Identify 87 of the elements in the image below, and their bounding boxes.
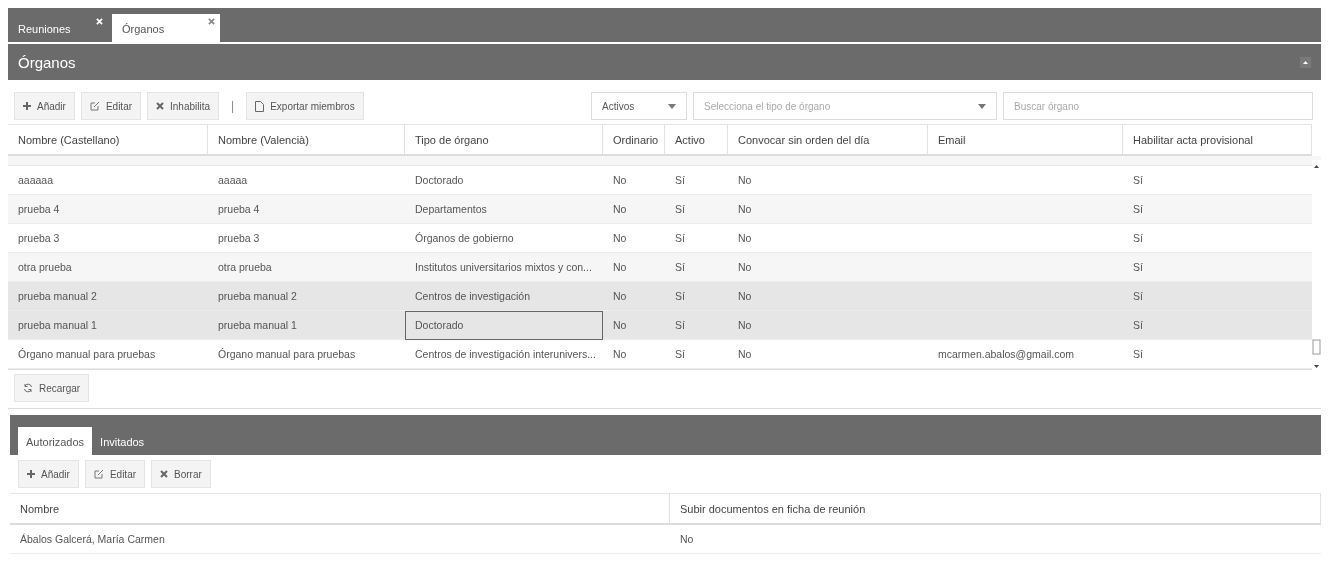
table-cell: No — [738, 261, 752, 273]
table-row[interactable]: prueba manual 1 prueba manual 1 Doctorado No Sí No Sí — [8, 311, 1312, 340]
table-cell: Sí — [675, 232, 685, 244]
edit-button[interactable]: Editar — [84, 460, 146, 488]
caret-icon — [978, 103, 986, 109]
table-cell: Doctorado — [415, 174, 464, 186]
tab[interactable]: Autorizados — [18, 427, 93, 455]
table-cell: Órgano manual para pruebas — [18, 348, 156, 360]
edit-icon — [93, 469, 104, 479]
table-cell: Institutos universitarios mixtos y con... — [415, 261, 592, 273]
table-cell: prueba 3 — [218, 232, 260, 244]
table-cell: otra prueba — [218, 261, 272, 273]
reload-button[interactable]: Recargar — [14, 374, 90, 402]
table-cell: Sí — [675, 319, 685, 331]
table-row[interactable]: prueba manual 2 prueba manual 2 Centros de investigación No Sí No Sí — [8, 282, 1312, 311]
close-icon — [160, 470, 169, 478]
table-cell: Sí — [1133, 348, 1143, 360]
table-cell: No — [613, 348, 627, 360]
table-cell: No — [613, 261, 627, 273]
table-cell: Sí — [1133, 319, 1143, 331]
table-cell: prueba 4 — [218, 203, 260, 215]
edit-icon — [89, 101, 100, 111]
panel-title: Órganos — [18, 53, 76, 71]
plus-icon — [23, 102, 31, 110]
table-cell: Sí — [1133, 290, 1143, 302]
table-cell: No — [738, 290, 752, 302]
reload-icon — [23, 383, 33, 393]
table-cell: No — [738, 174, 752, 186]
column-header[interactable]: Nombre — [10, 493, 670, 525]
table-cell: prueba 4 — [18, 203, 60, 215]
table-cell: Ábalos Galcerá, María Carmen — [20, 533, 165, 545]
table-cell: No — [738, 319, 752, 331]
table-cell: mcarmen.abalos@gmail.com — [938, 348, 1075, 360]
document-icon — [255, 100, 265, 112]
table-cell: Sí — [1133, 174, 1143, 186]
export-button[interactable]: Exportar miembros — [246, 92, 364, 120]
table-cell: prueba manual 1 — [218, 319, 297, 331]
plus-icon — [27, 470, 35, 478]
toolbar-separator: | — [230, 99, 236, 113]
table-cell: Sí — [1133, 261, 1143, 273]
table-cell: aaaaa — [218, 174, 248, 186]
table-row[interactable]: otra prueba otra prueba Institutos universitarios mixtos y con... No Sí No Sí — [8, 253, 1312, 282]
status-dropdown[interactable]: Activos — [591, 92, 687, 120]
table-cell: otra prueba — [18, 261, 72, 273]
edit-button[interactable]: Editar — [80, 92, 142, 120]
table-cell: prueba manual 2 — [218, 290, 297, 302]
table-cell: Departamentos — [415, 203, 487, 215]
remove-button[interactable]: Inhabilita — [147, 92, 220, 120]
table-cell: Órganos de gobierno — [415, 232, 514, 244]
table-row[interactable]: prueba 4 prueba 4 Departamentos No Sí No Sí — [8, 195, 1312, 224]
add-button[interactable]: Añadir — [14, 92, 75, 120]
table-cell: Doctorado — [415, 319, 464, 331]
table-cell: Sí — [675, 290, 685, 302]
table-cell: Órgano manual para pruebas — [218, 348, 356, 360]
table-cell: No — [613, 232, 627, 244]
table-cell: Centros de investigación interunivers... — [415, 348, 596, 360]
table-cell: No — [613, 203, 627, 215]
table-cell: No — [738, 348, 752, 360]
table-cell: Sí — [675, 174, 685, 186]
search-field[interactable]: Buscar órgano — [1003, 92, 1313, 120]
table-cell: Sí — [1133, 232, 1143, 244]
focused-cell[interactable]: Doctorado — [405, 311, 603, 340]
table-cell: aaaaaa — [18, 174, 54, 186]
table-cell: No — [613, 174, 627, 186]
table-cell: Sí — [675, 203, 685, 215]
table-cell: Sí — [675, 348, 685, 360]
close-icon — [156, 102, 165, 110]
close-icon[interactable] — [208, 18, 215, 25]
caret-icon — [668, 103, 676, 109]
table-cell: prueba 3 — [18, 232, 60, 244]
table-cell: Sí — [1133, 203, 1143, 215]
table-cell: No — [738, 203, 752, 215]
table-cell: No — [738, 232, 752, 244]
tab[interactable]: Reuniones — [8, 14, 108, 42]
table-cell: No — [613, 290, 627, 302]
table-cell: No — [613, 319, 627, 331]
table-cell: Centros de investigación — [415, 290, 530, 302]
tab[interactable]: Invitados — [92, 427, 153, 455]
collapse-icon[interactable] — [1300, 56, 1311, 68]
add-button[interactable]: Añadir — [18, 460, 79, 488]
tab[interactable]: Órganos — [112, 14, 220, 42]
remove-button[interactable]: Borrar — [151, 460, 211, 488]
table-cell: No — [680, 533, 694, 545]
table-cell: prueba manual 1 — [18, 319, 97, 331]
table-cell: Sí — [675, 261, 685, 273]
table-cell: prueba manual 2 — [18, 290, 97, 302]
column-header[interactable]: Subir documentos en ficha de reunión — [670, 493, 1321, 525]
